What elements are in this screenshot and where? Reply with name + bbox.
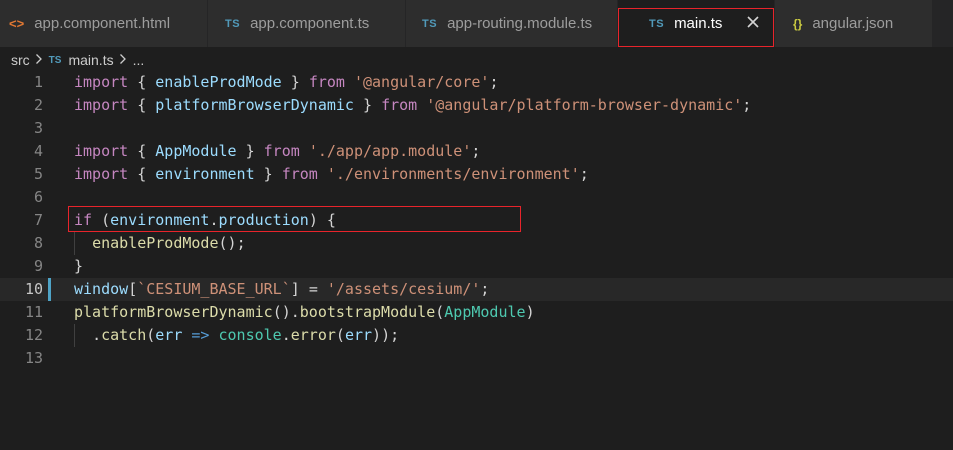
code-text: .catch(err => console.error(err));	[92, 326, 400, 344]
code-line[interactable]: 13	[0, 347, 953, 370]
code-line[interactable]: 7 if (environment.production) {	[0, 209, 953, 232]
line-number: 1	[33, 73, 43, 91]
breadcrumb: src TS main.ts ...	[0, 47, 953, 73]
json-file-icon: {}	[793, 16, 803, 31]
code-line[interactable]: 8 enableProdMode();	[0, 232, 953, 255]
code-text: if (environment.production) {	[74, 211, 336, 229]
code-text: }	[74, 257, 84, 275]
typescript-file-icon: TS	[48, 54, 62, 66]
tab-label: app.component.html	[34, 15, 171, 32]
line-number: 4	[33, 142, 43, 160]
code-text: import { AppModule } from './app/app.mod…	[74, 142, 481, 160]
code-text: window[`CESIUM_BASE_URL`] = '/assets/ces…	[74, 280, 490, 298]
line-number: 12	[24, 326, 43, 344]
gutter-modified-marker	[48, 278, 51, 301]
line-number: 2	[33, 96, 43, 114]
code-line[interactable]: 9}	[0, 255, 953, 278]
code-text: import { enableProdMode } from '@angular…	[74, 73, 499, 91]
code-text: import { platformBrowserDynamic } from '…	[74, 96, 752, 114]
line-number: 7	[33, 211, 43, 229]
line-number: 5	[33, 165, 43, 183]
line-number: 6	[33, 188, 43, 206]
tab-label: angular.json	[812, 15, 894, 32]
code-line[interactable]: 1 import { enableProdMode } from '@angula…	[0, 71, 953, 94]
chevron-right-icon	[119, 52, 127, 68]
chevron-right-icon	[35, 52, 43, 68]
breadcrumb-folder[interactable]: src	[11, 52, 30, 68]
line-number: 13	[24, 349, 43, 367]
code-text: import { environment } from './environme…	[74, 165, 589, 183]
code-line[interactable]: 12 .catch(err => console.error(err));	[0, 324, 953, 347]
tab-app-routing-module-ts[interactable]: TS app-routing.module.ts	[406, 0, 618, 47]
code-text: enableProdMode();	[92, 234, 246, 252]
tab-app-component-ts[interactable]: TS app.component.ts	[208, 0, 406, 47]
line-number: 3	[33, 119, 43, 137]
tab-app-component-html[interactable]: <> app.component.html	[0, 0, 208, 47]
tab-label: main.ts	[674, 15, 723, 32]
tab-angular-json[interactable]: {} angular.json	[775, 0, 933, 47]
html-file-icon: <>	[9, 16, 25, 31]
code-editor[interactable]: 1 import { enableProdMode } from '@angula…	[0, 71, 953, 450]
close-icon[interactable]	[744, 13, 762, 31]
code-text: platformBrowserDynamic().bootstrapModule…	[74, 303, 535, 321]
editor-tab-bar: <> app.component.html TS app.component.t…	[0, 0, 953, 47]
code-line[interactable]: 11 platformBrowserDynamic().bootstrapModu…	[0, 301, 953, 324]
code-line[interactable]: 6	[0, 186, 953, 209]
code-line[interactable]: 4 import { AppModule } from './app/app.mo…	[0, 140, 953, 163]
tab-main-ts[interactable]: TS main.ts	[618, 0, 775, 47]
breadcrumb-more[interactable]: ...	[133, 52, 145, 68]
code-line[interactable]: 5 import { environment } from './environm…	[0, 163, 953, 186]
tab-label: app-routing.module.ts	[447, 15, 593, 32]
typescript-file-icon: TS	[649, 17, 665, 30]
line-number: 8	[33, 234, 43, 252]
tab-label: app.component.ts	[250, 15, 370, 32]
line-number: 10	[24, 280, 43, 298]
line-number: 11	[24, 303, 43, 321]
line-number: 9	[33, 257, 43, 275]
code-line[interactable]: 2 import { platformBrowserDynamic } from …	[0, 94, 953, 117]
typescript-file-icon: TS	[225, 17, 241, 30]
code-line[interactable]: 3	[0, 117, 953, 140]
typescript-file-icon: TS	[422, 17, 438, 30]
breadcrumb-file[interactable]: main.ts	[68, 52, 113, 68]
code-line[interactable]: 10 window[`CESIUM_BASE_URL`] = '/assets/c…	[0, 278, 953, 301]
